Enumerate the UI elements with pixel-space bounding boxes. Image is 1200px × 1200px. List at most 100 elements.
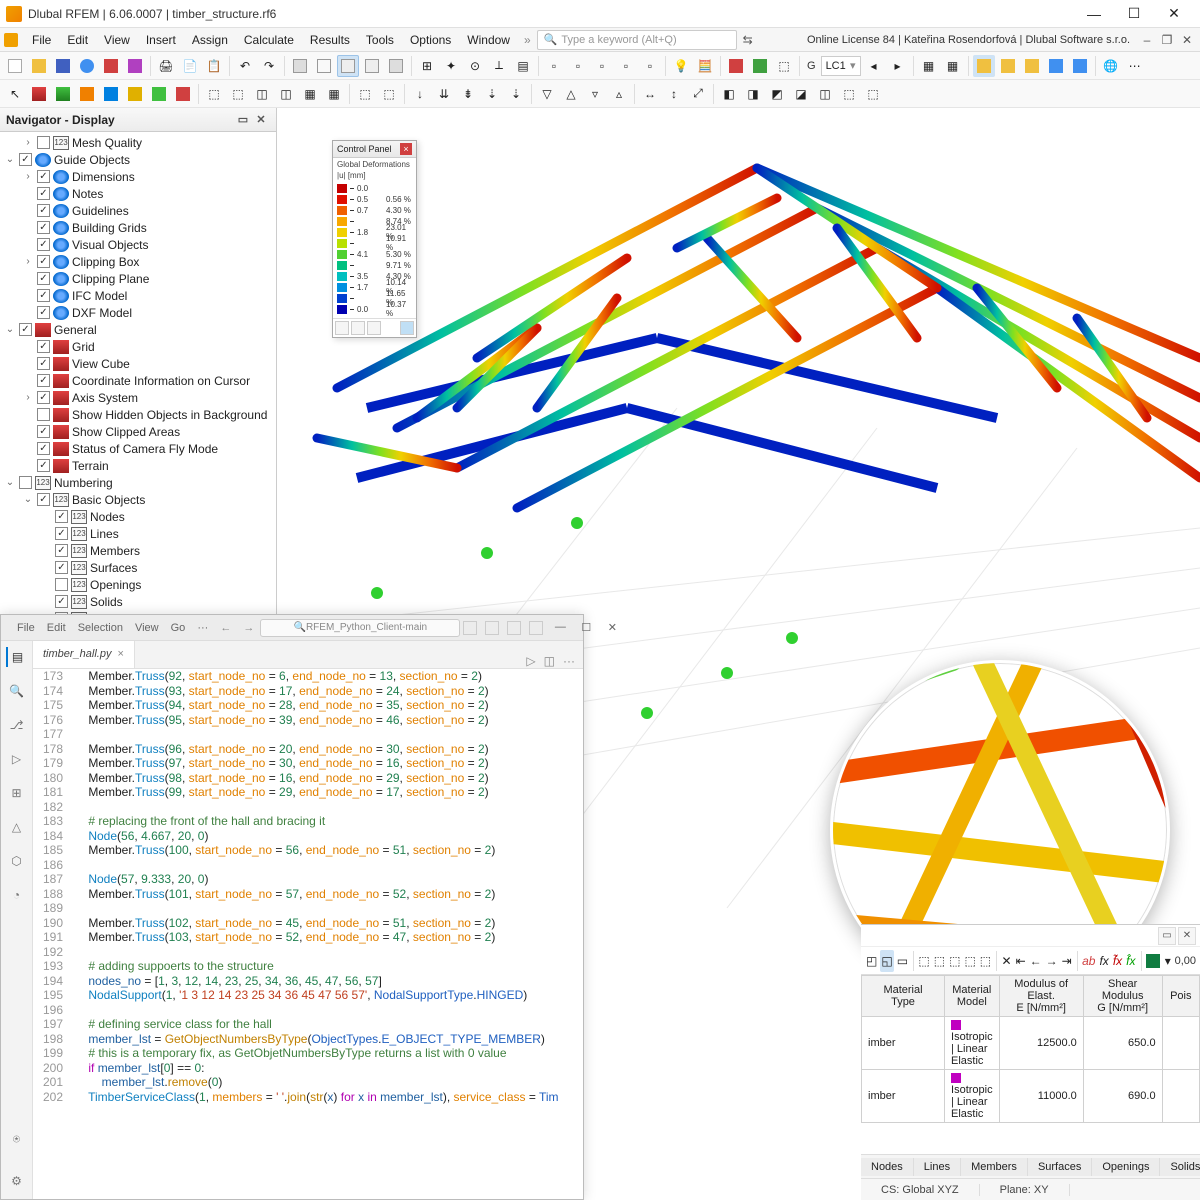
tb-copy-icon[interactable]: 📋 (203, 55, 225, 77)
tb-nav-icon[interactable] (725, 55, 747, 77)
dt-a1-icon[interactable]: ⬚ (917, 950, 930, 972)
tb2-m3-icon[interactable]: ◩ (766, 83, 788, 105)
window-minimize-button[interactable]: — (1074, 2, 1114, 26)
dock-tab-lines[interactable]: Lines (914, 1158, 961, 1176)
vscode-menu-more[interactable]: ··· (191, 622, 214, 634)
tree-item[interactable]: ⌄123Basic Objects (0, 491, 276, 508)
tree-item[interactable]: Visual Objects (0, 236, 276, 253)
dt-excel-icon[interactable] (1145, 950, 1161, 972)
cp-mode1-button[interactable] (335, 321, 349, 335)
tb-print-icon[interactable]: 🖨 (155, 55, 177, 77)
tb-pan2-icon[interactable] (997, 55, 1019, 77)
menu-tools[interactable]: Tools (358, 31, 402, 49)
tree-item[interactable]: ›Clipping Box (0, 253, 276, 270)
tb-solid-icon[interactable] (289, 55, 311, 77)
tb-save-icon[interactable] (52, 55, 74, 77)
tree-item[interactable]: IFC Model (0, 287, 276, 304)
tb2-dim2-icon[interactable]: ↕ (663, 83, 685, 105)
cp-pin-button[interactable] (400, 321, 414, 335)
source-control-icon[interactable]: ⎇ (7, 715, 27, 735)
tb-prev-icon[interactable]: ◂ (863, 55, 885, 77)
vscode-menu-file[interactable]: File (11, 622, 41, 634)
tree-item[interactable]: Clipping Plane (0, 270, 276, 287)
dt-a2-icon[interactable]: ⬚ (933, 950, 946, 972)
vscode-title-bar[interactable]: FileEditSelectionViewGo ··· ← → 🔍 RFEM_P… (1, 615, 583, 641)
search-icon[interactable]: 🔍 (7, 681, 27, 701)
tree-item[interactable]: Notes (0, 185, 276, 202)
menu-calculate[interactable]: Calculate (236, 31, 302, 49)
loadcase-combo[interactable]: LC1 ▾ (821, 56, 861, 76)
dt-b1-icon[interactable]: ⇤ (1015, 950, 1027, 972)
tree-item[interactable]: Grid (0, 338, 276, 355)
tb2-m7-icon[interactable]: ⬚ (862, 83, 884, 105)
th-shear-g[interactable]: Shear Modulus G [N/mm²] (1083, 976, 1162, 1017)
menu-view[interactable]: View (96, 31, 138, 49)
window-close-button[interactable]: ✕ (1154, 2, 1194, 26)
tree-item[interactable]: Coordinate Information on Cursor (0, 372, 276, 389)
th-mat-type[interactable]: Material Type (862, 976, 945, 1017)
control-panel-title-bar[interactable]: Control Panel × (333, 141, 416, 158)
tree-item[interactable]: 123Nodes (0, 508, 276, 525)
tb2-cursor-icon[interactable]: ↖ (4, 83, 26, 105)
extensions-icon[interactable]: ⊞ (7, 783, 27, 803)
tb-obj4-icon[interactable]: ▫ (615, 55, 637, 77)
tb-pan4-icon[interactable] (1045, 55, 1067, 77)
dt-b2-icon[interactable]: ← (1029, 950, 1043, 972)
menu-overflow-icon[interactable]: » (520, 33, 535, 47)
vscode-command-center[interactable]: 🔍 RFEM_Python_Client-main (260, 619, 460, 637)
tree-item[interactable]: ›123Mesh Quality (0, 134, 276, 151)
dt-fx1-icon[interactable]: fx (1098, 950, 1109, 972)
dock-tab-solids[interactable]: Solids (1160, 1158, 1200, 1176)
cp-mode3-button[interactable] (367, 321, 381, 335)
tb-obj3-icon[interactable]: ▫ (591, 55, 613, 77)
tb2-c5-icon[interactable] (124, 83, 146, 105)
dt-a3-icon[interactable]: ⬚ (948, 950, 961, 972)
tb2-arr1-icon[interactable]: ↓ (409, 83, 431, 105)
tb-open-icon[interactable] (28, 55, 50, 77)
tb-new-icon[interactable] (4, 55, 26, 77)
tb-action2-icon[interactable] (100, 55, 122, 77)
vscode-menu-go[interactable]: Go (165, 622, 192, 634)
tb2-g4-icon[interactable]: ◫ (275, 83, 297, 105)
tb-pan3-icon[interactable] (1021, 55, 1043, 77)
tb-action3-icon[interactable] (124, 55, 146, 77)
accounts-icon[interactable]: ⍟ (7, 1129, 27, 1149)
tb2-arr2-icon[interactable]: ⇊ (433, 83, 455, 105)
tb-obj5-icon[interactable]: ▫ (639, 55, 661, 77)
dt-sel1-icon[interactable]: ◰ (865, 950, 878, 972)
vscode-max-icon[interactable]: ☐ (574, 621, 598, 635)
editor-content[interactable]: 173 Member.Truss(92, start_node_no = 6, … (33, 669, 583, 1199)
tb2-g5-icon[interactable]: ▦ (299, 83, 321, 105)
dt-a4-icon[interactable]: ⬚ (963, 950, 976, 972)
tb-pan1-icon[interactable] (973, 55, 995, 77)
tree-item[interactable]: 123Surfaces (0, 559, 276, 576)
vscode-layout2-icon[interactable] (485, 621, 499, 635)
run-debug-icon[interactable]: ▷ (7, 749, 27, 769)
vscode-menu-selection[interactable]: Selection (72, 622, 129, 634)
dt-x-icon[interactable]: ✕ (1001, 950, 1013, 972)
testing-icon[interactable]: △ (7, 817, 27, 837)
th-pois[interactable]: Pois (1162, 976, 1199, 1017)
tb-layer-icon[interactable]: ▤ (512, 55, 534, 77)
tb-render3-icon[interactable] (385, 55, 407, 77)
tb2-c2-icon[interactable] (52, 83, 74, 105)
menu-min-icon[interactable]: – (1138, 33, 1156, 47)
tb2-c1-icon[interactable] (28, 83, 50, 105)
menu-close-icon[interactable]: ✕ (1178, 33, 1196, 47)
vscode-layout1-icon[interactable] (463, 621, 477, 635)
vscode-min-icon[interactable]: — (548, 621, 572, 635)
vscode-close-icon[interactable]: ✕ (600, 621, 624, 635)
tb2-g2-icon[interactable]: ⬚ (227, 83, 249, 105)
tb2-sup2-icon[interactable]: △ (560, 83, 582, 105)
tb2-c3-icon[interactable] (76, 83, 98, 105)
dock-float-icon[interactable]: ▭ (1158, 927, 1176, 945)
tb2-m4-icon[interactable]: ◪ (790, 83, 812, 105)
tb2-c4-icon[interactable] (100, 83, 122, 105)
tb-snap-icon[interactable]: ⊙ (464, 55, 486, 77)
menu-window[interactable]: Window (459, 31, 518, 49)
github-icon[interactable]: ◔ (7, 885, 27, 905)
tree-item[interactable]: Guidelines (0, 202, 276, 219)
vscode-back-icon[interactable]: ← (214, 622, 237, 634)
menu-file[interactable]: File (24, 31, 59, 49)
tb2-arr3-icon[interactable]: ⇟ (457, 83, 479, 105)
